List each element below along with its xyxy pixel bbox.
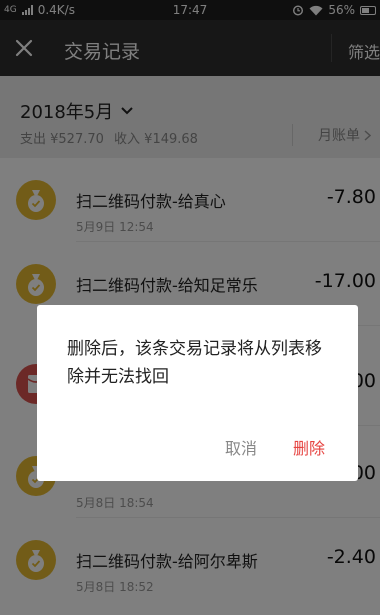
cancel-button[interactable]: 取消	[225, 435, 257, 459]
delete-confirm-dialog: 删除后，该条交易记录将从列表移除并无法找回 取消 删除	[37, 305, 358, 481]
dialog-message: 删除后，该条交易记录将从列表移除并无法找回	[67, 339, 322, 387]
delete-button[interactable]: 删除	[293, 435, 325, 459]
